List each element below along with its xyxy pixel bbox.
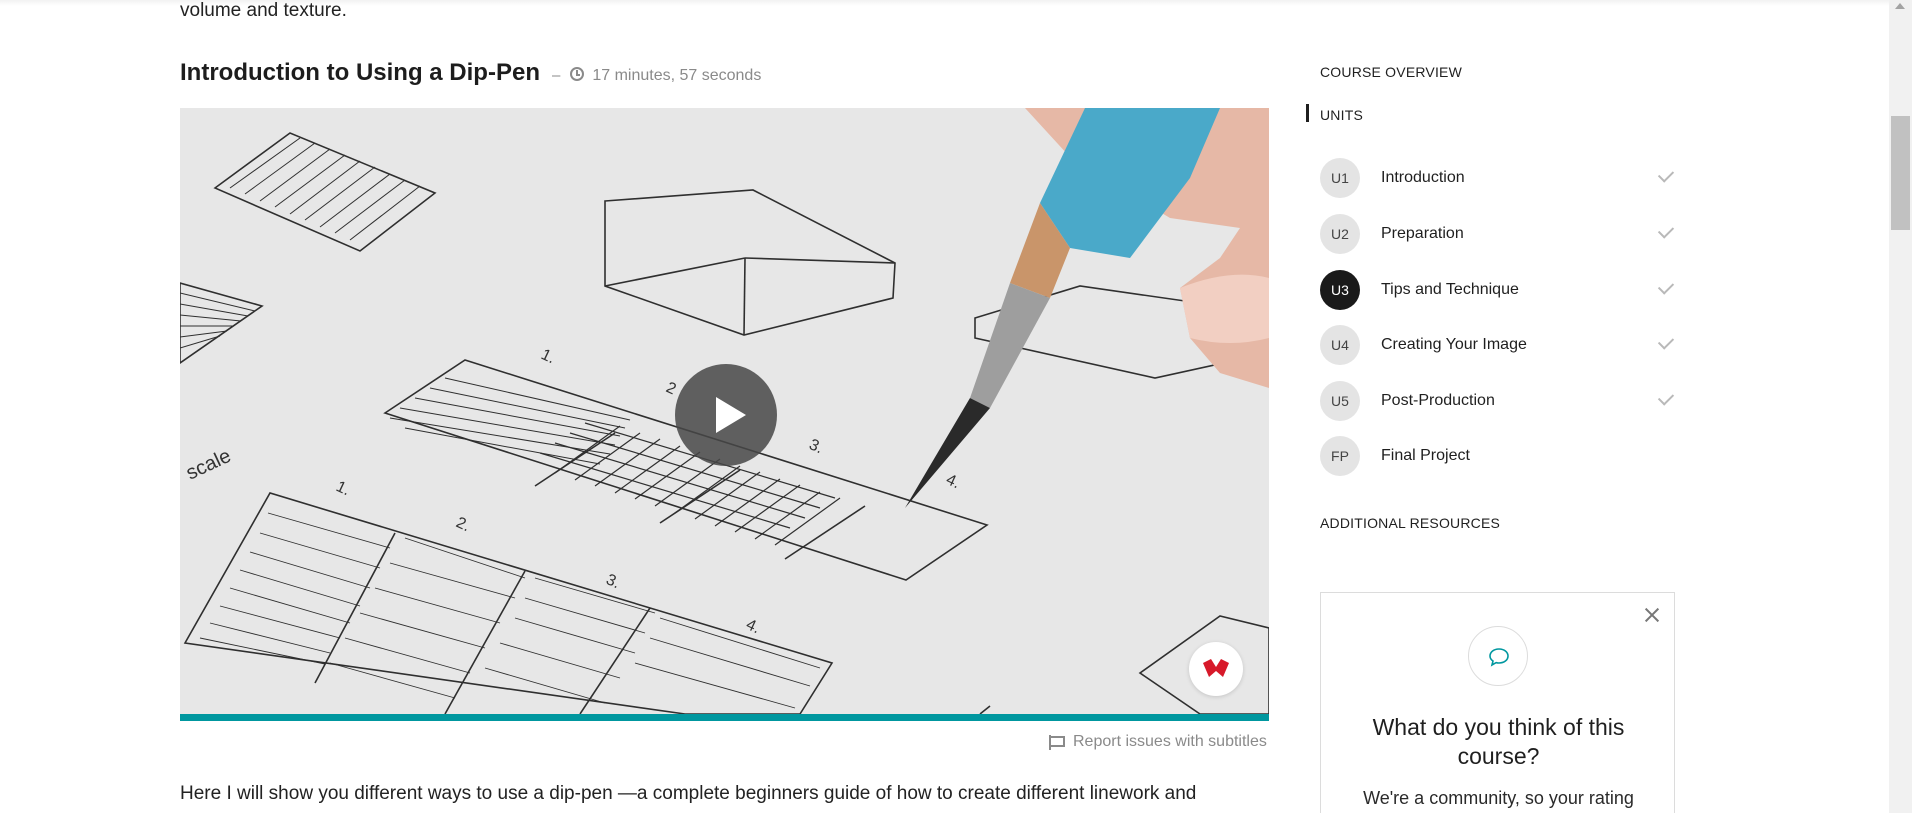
title-separator: –: [551, 67, 561, 84]
chat-icon-circle: [1468, 626, 1528, 686]
lesson-duration: 17 minutes, 57 seconds: [592, 67, 762, 84]
active-section-marker: [1306, 104, 1309, 122]
unit-item-u3[interactable]: U3 Tips and Technique: [1320, 270, 1675, 310]
units-heading[interactable]: UNITS: [1320, 107, 1363, 123]
report-subtitles-label: Report issues with subtitles: [1073, 733, 1267, 750]
previous-paragraph: volume and texture.: [180, 0, 347, 21]
check-icon: [1657, 389, 1675, 406]
unit-label: Creating Your Image: [1381, 336, 1527, 353]
check-icon: [1657, 166, 1675, 183]
feedback-card: What do you think of this course? We're …: [1320, 592, 1675, 813]
unit-badge: U4: [1320, 325, 1360, 365]
play-button[interactable]: [675, 364, 777, 466]
lesson-header: Introduction to Using a Dip-Pen – 17 min…: [180, 59, 761, 87]
scroll-thumb[interactable]: [1891, 116, 1910, 230]
brand-logo-icon: [1203, 659, 1229, 677]
clock-icon: [570, 67, 585, 81]
check-icon: [1657, 278, 1675, 295]
close-icon[interactable]: [1644, 607, 1660, 623]
course-page: volume and texture. Introduction to Usin…: [0, 0, 1912, 813]
unit-item-u4[interactable]: U4 Creating Your Image: [1320, 325, 1675, 365]
scroll-up-arrow-icon[interactable]: [1895, 3, 1905, 9]
video-player[interactable]: 1. 2 3. 4. 1. 2. 3. 4. scale: [180, 108, 1269, 714]
course-overview-link[interactable]: COURSE OVERVIEW: [1320, 64, 1462, 80]
video-progress-bar[interactable]: [180, 714, 1269, 721]
unit-item-fp[interactable]: FP Final Project: [1320, 436, 1675, 476]
feedback-title: What do you think of this course?: [1372, 714, 1625, 769]
lesson-title: Introduction to Using a Dip-Pen: [180, 59, 540, 86]
additional-resources-link[interactable]: ADDITIONAL RESOURCES: [1320, 515, 1500, 531]
check-icon: [1657, 222, 1675, 239]
unit-label: Introduction: [1381, 169, 1465, 186]
unit-badge-active: U3: [1320, 270, 1360, 310]
course-sidebar: COURSE OVERVIEW UNITS U1 Introduction U2…: [1306, 0, 1675, 813]
unit-badge: U5: [1320, 381, 1360, 421]
chat-bubble-icon: [1489, 648, 1509, 667]
unit-item-u5[interactable]: U5 Post-Production: [1320, 381, 1675, 421]
unit-label: Final Project: [1381, 447, 1470, 464]
unit-item-u1[interactable]: U1 Introduction: [1320, 158, 1675, 198]
feedback-body: We're a community, so your rating: [1363, 788, 1634, 808]
report-subtitles-link[interactable]: Report issues with subtitles: [1049, 733, 1267, 751]
unit-item-u2[interactable]: U2 Preparation: [1320, 214, 1675, 254]
brand-logo: [1189, 642, 1243, 696]
page-scrollbar[interactable]: [1889, 0, 1912, 813]
flag-icon: [1049, 735, 1065, 750]
check-icon: [1657, 333, 1675, 350]
unit-label: Post-Production: [1381, 392, 1495, 409]
unit-label: Tips and Technique: [1381, 281, 1519, 298]
unit-label: Preparation: [1381, 225, 1464, 242]
unit-badge: FP: [1320, 436, 1360, 476]
unit-badge: U2: [1320, 214, 1360, 254]
lesson-description: Here I will show you different ways to u…: [180, 783, 1197, 804]
unit-badge: U1: [1320, 158, 1360, 198]
